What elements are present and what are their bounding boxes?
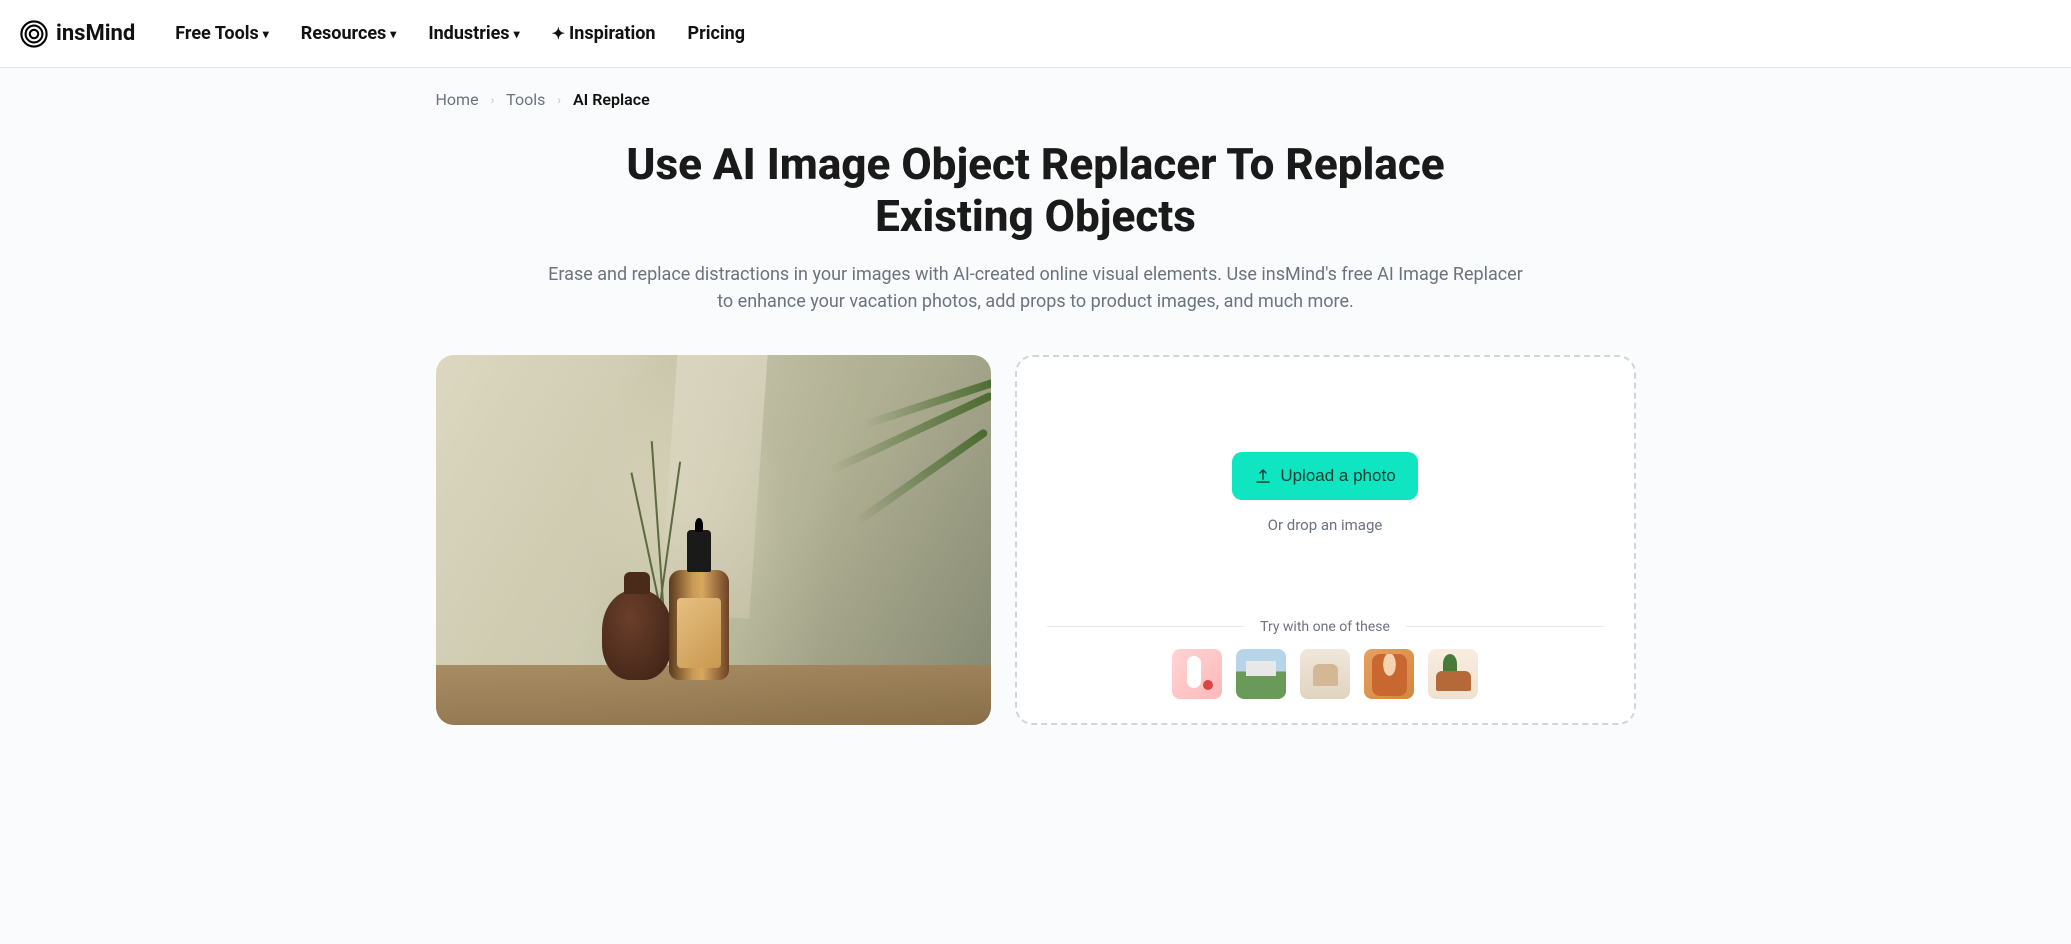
- sample-cosmetic[interactable]: [1172, 649, 1222, 699]
- upload-dropzone[interactable]: Upload a photo Or drop an image Try with…: [1015, 355, 1636, 725]
- nav-resources[interactable]: Resources ▾: [301, 23, 397, 44]
- sample-interior[interactable]: [1428, 649, 1478, 699]
- breadcrumb: Home › Tools › AI Replace: [436, 90, 1636, 109]
- nav-inspiration[interactable]: ✦ Inspiration: [552, 23, 656, 44]
- chevron-down-icon: ▾: [514, 27, 520, 41]
- nav-label: Pricing: [688, 23, 745, 44]
- page-subtitle: Erase and replace distractions in your i…: [546, 261, 1526, 315]
- nav-label: Industries: [428, 23, 509, 44]
- brand-logo[interactable]: insMind: [20, 20, 135, 48]
- try-label: Try with one of these: [1260, 619, 1390, 635]
- sample-thumbnails: [1047, 649, 1604, 699]
- nav-industries[interactable]: Industries ▾: [428, 23, 519, 44]
- sparkle-icon: ✦: [552, 24, 565, 43]
- breadcrumb-tools[interactable]: Tools: [506, 90, 545, 109]
- logo-icon: [20, 20, 48, 48]
- drop-hint: Or drop an image: [1268, 516, 1383, 534]
- site-header: insMind Free Tools ▾ Resources ▾ Industr…: [0, 0, 2071, 68]
- main-nav: Free Tools ▾ Resources ▾ Industries ▾ ✦ …: [175, 23, 745, 44]
- chevron-right-icon: ›: [491, 93, 495, 107]
- nav-label: Resources: [301, 23, 387, 44]
- chevron-down-icon: ▾: [263, 27, 269, 41]
- divider: [1047, 626, 1245, 627]
- nav-free-tools[interactable]: Free Tools ▾: [175, 23, 269, 44]
- preview-image: [436, 355, 991, 725]
- brand-name: insMind: [56, 21, 135, 46]
- upload-icon: [1254, 467, 1272, 485]
- divider: [1406, 626, 1604, 627]
- breadcrumb-current: AI Replace: [573, 90, 650, 109]
- sample-house[interactable]: [1236, 649, 1286, 699]
- chevron-right-icon: ›: [557, 93, 561, 107]
- nav-pricing[interactable]: Pricing: [688, 23, 745, 44]
- nav-label: Inspiration: [569, 23, 656, 44]
- page-title: Use AI Image Object Replacer To Replace …: [586, 139, 1486, 243]
- chevron-down-icon: ▾: [390, 27, 396, 41]
- upload-button[interactable]: Upload a photo: [1232, 452, 1417, 500]
- breadcrumb-home[interactable]: Home: [436, 90, 479, 109]
- upload-button-label: Upload a photo: [1280, 466, 1395, 486]
- sample-handbag[interactable]: [1300, 649, 1350, 699]
- nav-label: Free Tools: [175, 23, 258, 44]
- sample-portrait[interactable]: [1364, 649, 1414, 699]
